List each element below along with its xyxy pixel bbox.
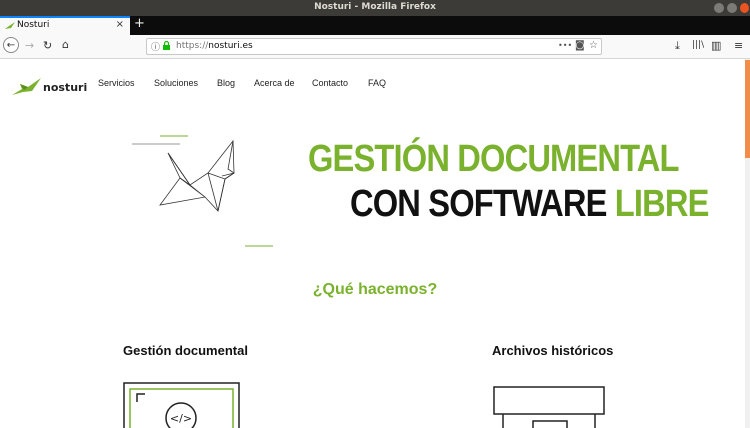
code-glyph: </> — [170, 412, 192, 425]
reload-button[interactable]: ↻ — [43, 39, 52, 52]
archive-box-icon — [493, 386, 605, 428]
home-button[interactable]: ⌂ — [62, 38, 69, 51]
library-icon[interactable]: |||\ — [692, 40, 704, 50]
nosturi-favicon-icon — [5, 22, 15, 29]
paper-crane-illustration — [132, 135, 273, 247]
feature-title-archivos-historicos: Archivos históricos — [492, 343, 614, 358]
maximize-button[interactable] — [727, 3, 737, 13]
nosturi-logo-icon[interactable] — [12, 77, 42, 97]
url-host: nosturi.es — [208, 41, 253, 51]
hamburger-menu-icon[interactable]: ≡ — [734, 39, 743, 52]
new-tab-button[interactable]: + — [134, 16, 145, 31]
tab-nosturi[interactable]: Nosturi × — [0, 16, 130, 35]
feature-title-gestion-documental: Gestión documental — [123, 343, 248, 358]
nav-faq[interactable]: FAQ — [368, 78, 386, 88]
minimize-button[interactable] — [714, 3, 724, 13]
bookmark-star-icon[interactable]: ☆ — [589, 40, 598, 51]
pocket-icon[interactable]: ◙ — [575, 40, 585, 51]
url-text: https://nosturi.es — [176, 41, 253, 51]
nav-blog[interactable]: Blog — [217, 78, 235, 88]
section-title-que-hacemos: ¿Qué hacemos? — [312, 281, 438, 298]
tab-label: Nosturi — [17, 20, 50, 30]
tab-strip: Nosturi × + — [0, 16, 750, 35]
hero-title-line1: GESTIÓN DOCUMENTAL — [308, 138, 679, 180]
navigation-toolbar: ← → ↻ ⌂ ⓘ https://nosturi.es ••• ◙ ☆ ⤓ |… — [0, 35, 750, 59]
document-code-icon: </> — [123, 382, 240, 428]
lock-icon — [163, 41, 170, 50]
back-button[interactable]: ← — [3, 37, 19, 53]
url-bar[interactable]: ⓘ https://nosturi.es ••• ◙ ☆ — [146, 38, 602, 55]
nav-contacto[interactable]: Contacto — [312, 78, 348, 88]
sidebar-icon[interactable]: ▥ — [711, 39, 721, 52]
nav-servicios[interactable]: Servicios — [98, 78, 135, 88]
logo-text[interactable]: nosturi — [43, 81, 87, 94]
page-actions-button[interactable]: ••• — [558, 41, 572, 50]
downloads-icon[interactable]: ⤓ — [675, 39, 680, 53]
nav-acerca-de[interactable]: Acerca de — [254, 78, 295, 88]
window-title: Nosturi - Mozilla Firefox — [314, 2, 436, 12]
hero-line2-black: CON SOFTWARE — [350, 183, 607, 225]
close-window-button[interactable] — [740, 3, 749, 13]
scrollbar-thumb[interactable] — [745, 60, 750, 158]
hero-line2-green: LIBRE — [614, 183, 710, 225]
info-icon[interactable]: ⓘ — [151, 40, 160, 53]
url-scheme: https:// — [176, 41, 209, 51]
forward-button[interactable]: → — [25, 39, 34, 52]
nav-soluciones[interactable]: Soluciones — [154, 78, 198, 88]
window-titlebar: Nosturi - Mozilla Firefox — [0, 0, 750, 16]
tab-close-icon[interactable]: × — [116, 19, 124, 30]
hero-title-line2: CON SOFTWARE LIBRE — [350, 183, 709, 226]
